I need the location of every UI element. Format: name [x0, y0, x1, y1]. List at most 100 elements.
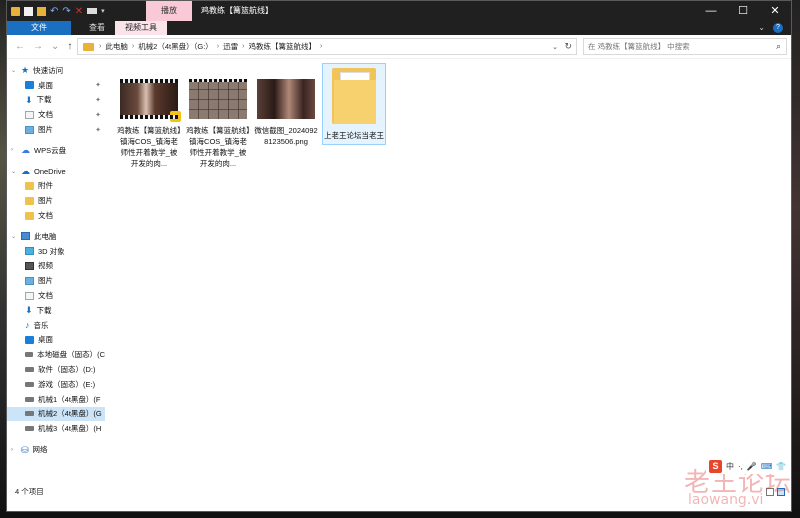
chevron-down-icon[interactable]: ▾: [101, 7, 105, 15]
sidebar-item-drive-d[interactable]: 软件（固态）(D:): [7, 362, 105, 377]
sidebar-item-drive-f[interactable]: 机械1（4t黑盘）(F: [7, 392, 105, 407]
file-explorer-window: ↶ ↷ ✕ ▾ 播放 鸡教练【篝篮航线】 — ☐ ✕ 文件 主页 共享 查看 视…: [6, 0, 792, 512]
breadcrumb-this-pc[interactable]: 此电脑: [105, 41, 128, 52]
sidebar-item-label: 文档: [38, 211, 53, 221]
sidebar-item-videos[interactable]: 视频: [7, 259, 105, 274]
document-icon: [25, 110, 34, 119]
sidebar-item-drive-c[interactable]: 本地磁盘（固态）(C: [7, 347, 105, 362]
sidebar-item-drive-h[interactable]: 机械3（4t黑盘）(H: [7, 421, 105, 436]
delete-icon[interactable]: ✕: [75, 6, 83, 16]
sidebar-item-wps-cloud[interactable]: › ☁ WPS云盘: [7, 143, 105, 158]
sidebar-item-this-pc[interactable]: ⌄ 此电脑: [7, 229, 105, 244]
file-item-video-2[interactable]: 鸡教练【篝篮航线】镇海COS_镇海老师性开着教学_被开发的肉...: [186, 63, 250, 169]
sidebar-item-label: 快速访问: [33, 65, 64, 75]
sidebar-item-label: OneDrive: [34, 166, 66, 176]
sidebar-item-drive-e[interactable]: 游戏（固态）(E:): [7, 377, 105, 392]
context-tab-play[interactable]: 播放: [146, 1, 192, 21]
skin-icon[interactable]: 👕: [776, 462, 786, 471]
chevron-right-icon[interactable]: ›: [217, 43, 219, 50]
address-bar[interactable]: › 此电脑 › 机械2（4t黑盘）（G:） › 迅雷 › 鸡教练【篝篮航线】 ›…: [77, 38, 577, 55]
keyboard-icon[interactable]: ⌨: [761, 462, 773, 471]
sidebar-item-network[interactable]: › ⛁ 网络: [7, 442, 105, 457]
breadcrumb-current-folder[interactable]: 鸡教练【篝篮航线】: [248, 41, 316, 52]
forward-button[interactable]: →: [33, 41, 43, 52]
tab-video-tools[interactable]: 视频工具: [115, 21, 167, 35]
new-folder-icon[interactable]: [37, 6, 46, 16]
file-item-folder[interactable]: 上老王论坛当老王: [322, 63, 386, 145]
chevron-right-icon[interactable]: ›: [11, 147, 13, 153]
sidebar-item-pc-pictures[interactable]: 图片: [7, 273, 105, 288]
refresh-icon[interactable]: ↻: [564, 41, 572, 52]
picture-icon: [25, 125, 34, 134]
drive-icon: [25, 367, 34, 373]
sidebar-item-pictures[interactable]: 图片 ✦: [7, 122, 105, 137]
sidebar-item-label: 图片: [38, 125, 53, 135]
chevron-down-icon[interactable]: ⌄: [11, 67, 16, 74]
file-item-video-1[interactable]: 鸡教练【篝篮航线】镇海COS_镇海老师性开着教学_被开发的肉...: [117, 63, 181, 169]
rename-icon[interactable]: [87, 8, 98, 14]
search-input[interactable]: 在 鸡教练【篝篮航线】 中搜索 ⌕: [583, 38, 787, 55]
sidebar-item-documents[interactable]: 文档 ✦: [7, 107, 105, 122]
sidebar-item-attachments[interactable]: 附件: [7, 179, 105, 194]
picture-icon: [25, 276, 34, 285]
window-controls: — ☐ ✕: [695, 1, 791, 21]
chevron-right-icon[interactable]: ›: [320, 43, 322, 50]
sidebar-item-pc-desktop[interactable]: 桌面: [7, 333, 105, 348]
ime-punctuation[interactable]: ·,: [738, 462, 743, 471]
sidebar-item-od-documents[interactable]: 文档: [7, 208, 105, 223]
undo-icon[interactable]: ↶: [50, 6, 58, 16]
chevron-down-icon[interactable]: ⌄: [11, 233, 16, 240]
sidebar-item-desktop[interactable]: 桌面 ✦: [7, 78, 105, 93]
sidebar-item-pc-downloads[interactable]: ⬇ 下载: [7, 303, 105, 318]
image-thumbnail: [257, 79, 315, 119]
video-thumbnail: [189, 79, 247, 119]
sidebar-item-3d-objects[interactable]: 3D 对象: [7, 244, 105, 259]
sidebar-item-downloads[interactable]: ⬇ 下载 ✦: [7, 93, 105, 108]
folder-icon[interactable]: [11, 6, 20, 16]
download-icon: ⬇: [25, 305, 33, 316]
desktop-icon: [25, 81, 34, 90]
chevron-down-icon[interactable]: ⌄: [11, 168, 16, 175]
expand-ribbon-icon[interactable]: ⌄: [758, 21, 765, 35]
properties-icon[interactable]: [24, 6, 33, 16]
redo-icon[interactable]: ↷: [62, 6, 70, 16]
tab-view[interactable]: 查看: [79, 21, 115, 35]
sogou-logo-icon[interactable]: S: [709, 459, 722, 473]
drive-icon: [25, 426, 34, 432]
chevron-right-icon[interactable]: ›: [11, 447, 13, 453]
ime-mode[interactable]: 中: [726, 461, 734, 472]
sidebar-item-label: 图片: [38, 196, 53, 206]
chevron-right-icon[interactable]: ›: [132, 43, 134, 50]
address-dropdown-icon[interactable]: ⌄: [552, 43, 558, 51]
tab-file[interactable]: 文件: [7, 21, 71, 35]
chevron-right-icon[interactable]: ›: [242, 43, 244, 50]
minimize-button[interactable]: —: [695, 1, 727, 21]
sidebar-item-pc-documents[interactable]: 文档: [7, 288, 105, 303]
sidebar-item-quick-access[interactable]: ⌄ ★ 快速访问: [7, 63, 105, 78]
file-item-image[interactable]: 微信截图_20240928123506.png: [254, 63, 318, 147]
maximize-button[interactable]: ☐: [727, 1, 759, 21]
sidebar-item-onedrive[interactable]: ⌄ ☁ OneDrive: [7, 164, 105, 179]
pin-icon: ✦: [95, 111, 101, 119]
window-title: 鸡教练【篝篮航线】: [201, 6, 273, 15]
back-button[interactable]: ←: [15, 41, 25, 52]
watermark-url: laowang.vi: [688, 492, 764, 508]
up-button[interactable]: ↑: [67, 41, 72, 52]
microphone-icon[interactable]: 🎤: [747, 462, 757, 471]
sidebar-item-label: 文档: [38, 291, 53, 301]
breadcrumb-xunlei[interactable]: 迅雷: [223, 41, 238, 52]
sidebar-item-od-pictures[interactable]: 图片: [7, 193, 105, 208]
sidebar-item-label: 3D 对象: [38, 246, 65, 256]
search-icon[interactable]: ⌕: [776, 41, 781, 52]
sidebar-item-drive-g[interactable]: 机械2（4t黑盘）(G: [7, 406, 105, 422]
sidebar-item-music[interactable]: ♪ 音乐: [7, 318, 105, 333]
breadcrumb-drive-g[interactable]: 机械2（4t黑盘）（G:）: [138, 41, 213, 52]
cube-icon: [25, 247, 34, 256]
recent-locations-button[interactable]: ⌄: [51, 41, 59, 52]
close-button[interactable]: ✕: [759, 1, 791, 21]
help-icon[interactable]: ?: [773, 23, 783, 33]
cloud-icon: ☁: [21, 145, 30, 156]
chevron-right-icon[interactable]: ›: [99, 43, 101, 50]
player-badge-icon: [170, 111, 181, 122]
file-name: 鸡教练【篝篮航线】镇海COS_镇海老师性开着教学_被开发的肉...: [117, 126, 181, 168]
